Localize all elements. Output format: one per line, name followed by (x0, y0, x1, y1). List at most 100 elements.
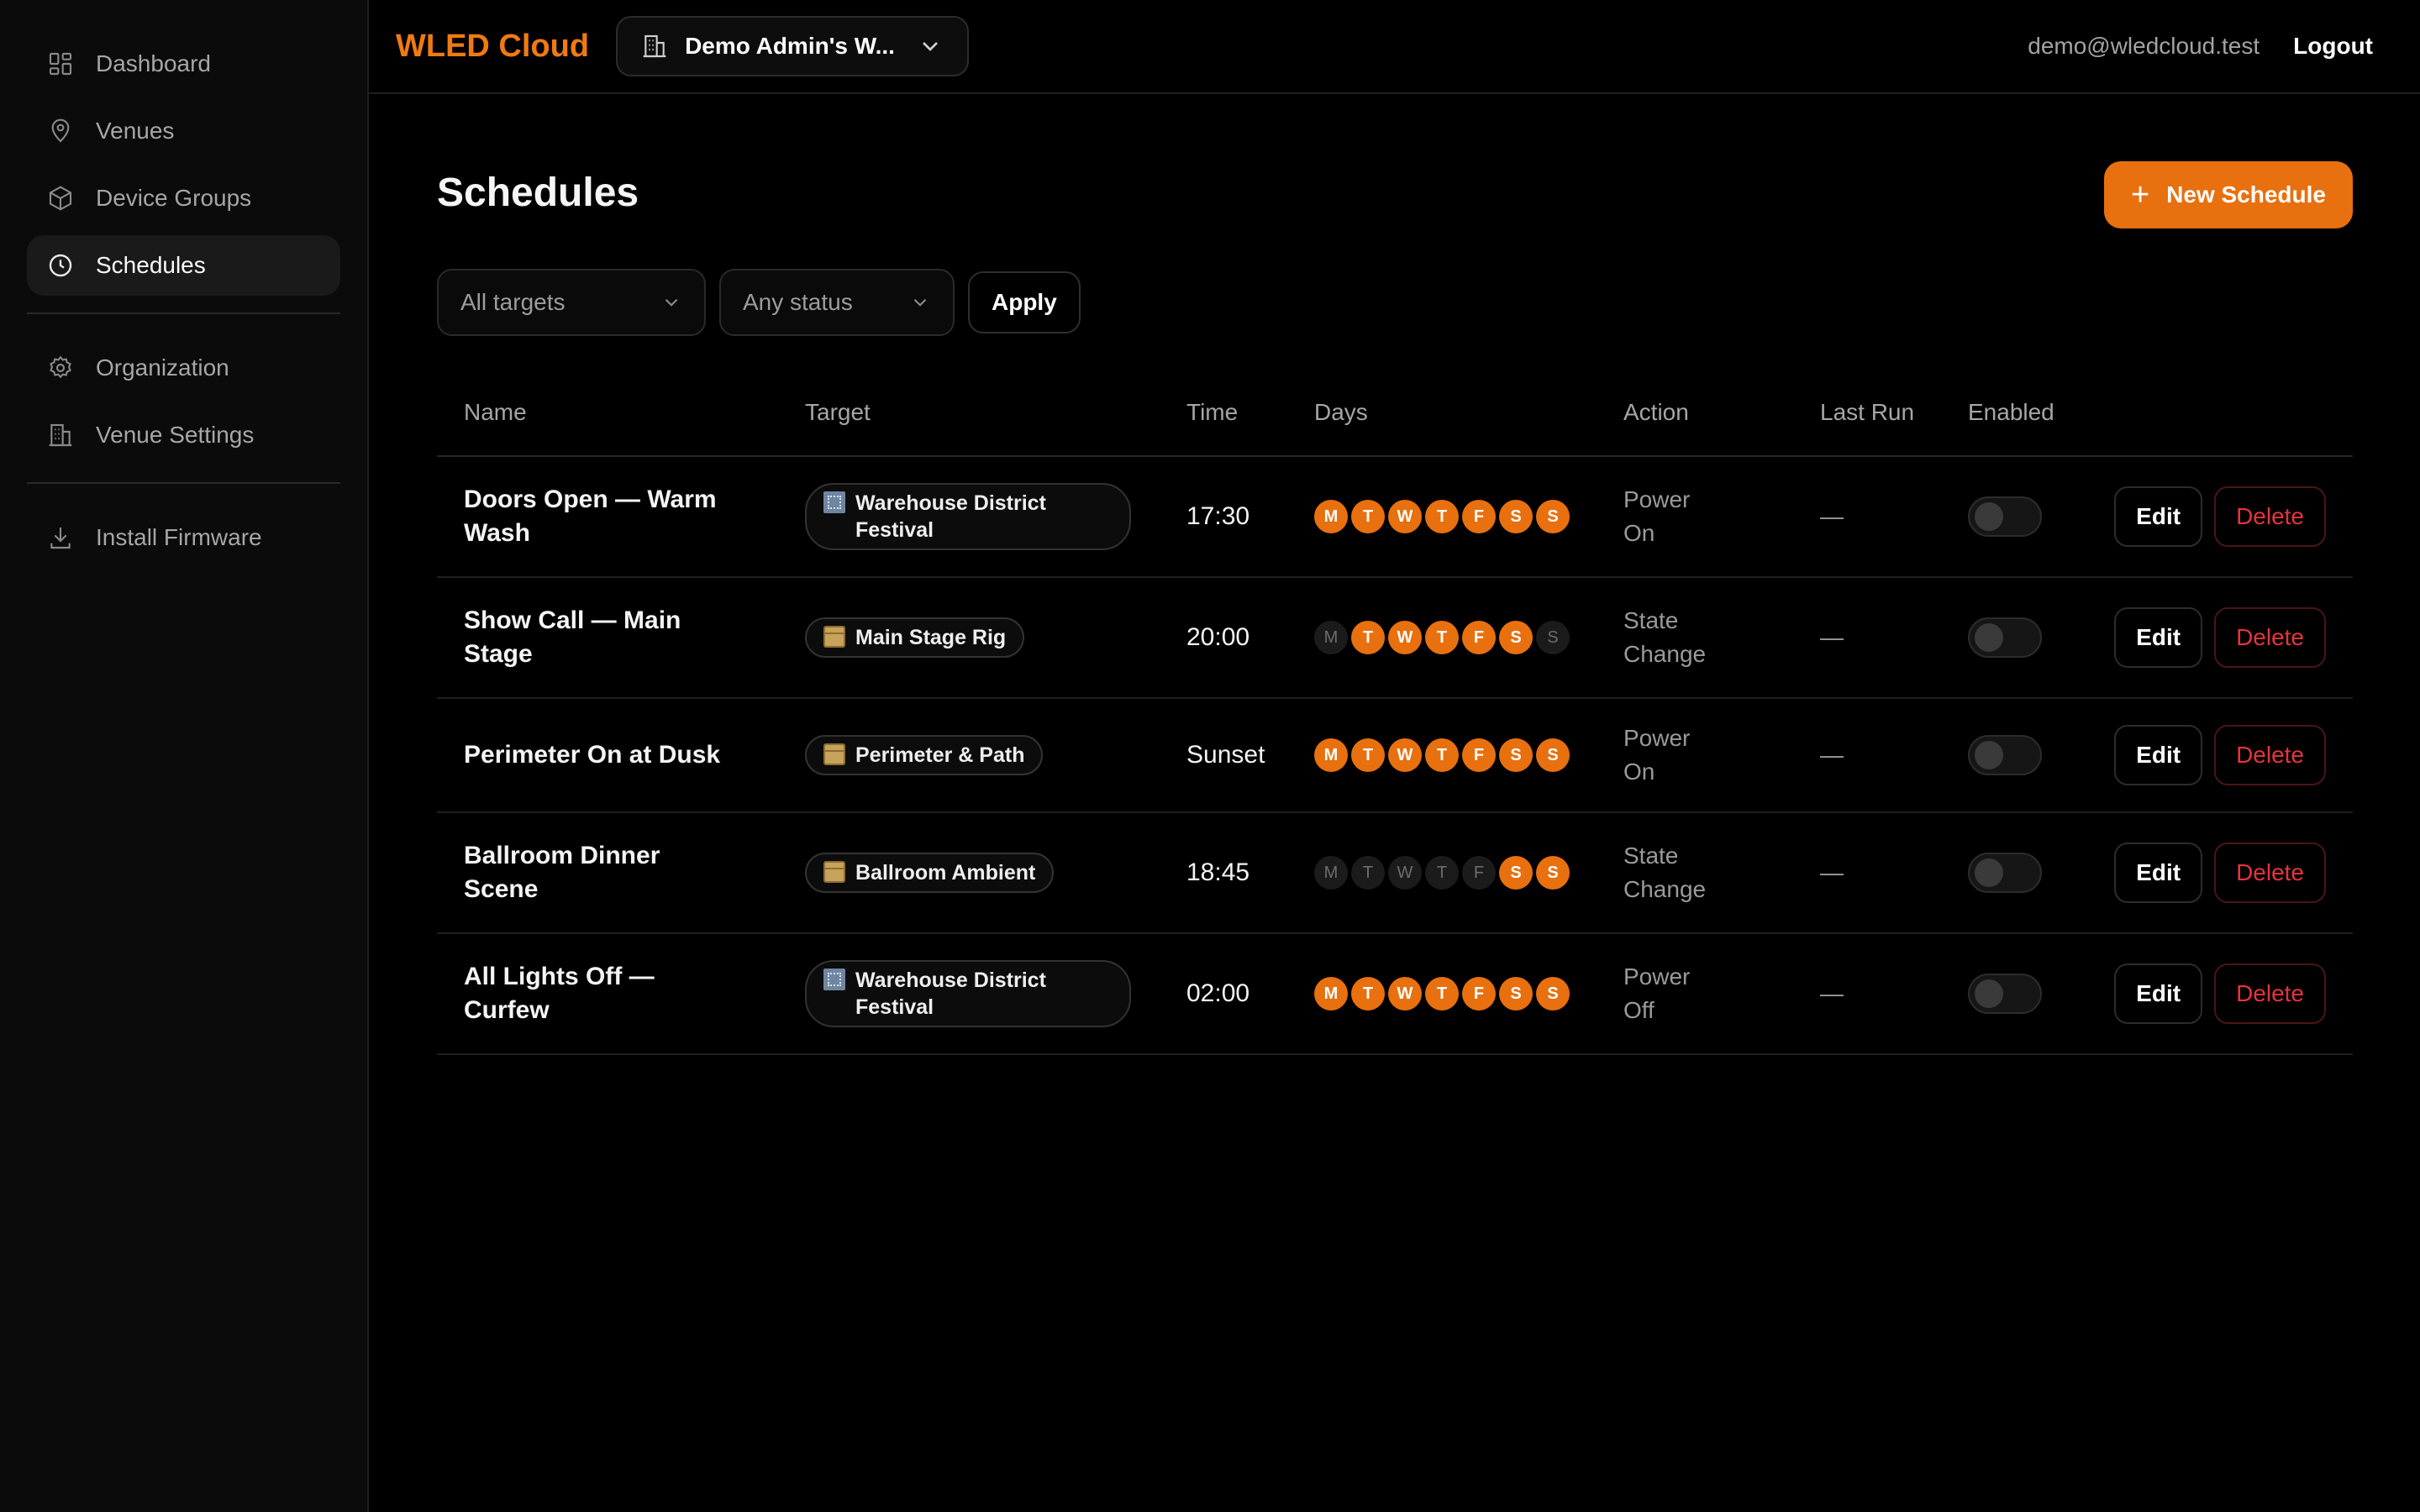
day-indicator: T (1425, 977, 1459, 1011)
org-switcher[interactable]: Demo Admin's W... (616, 16, 969, 76)
day-indicator: T (1425, 856, 1459, 890)
edit-button[interactable]: Edit (2114, 843, 2203, 903)
chevron-down-icon (913, 298, 927, 307)
building-icon (823, 969, 845, 990)
last-run: — (1820, 980, 1844, 1006)
apply-button[interactable]: Apply (968, 271, 1081, 333)
day-indicator: F (1462, 977, 1496, 1011)
schedule-name: Ballroom Dinner Scene (464, 842, 660, 903)
day-indicator: W (1388, 500, 1422, 533)
last-run: — (1820, 742, 1844, 768)
target-chip[interactable]: Warehouse District Festival (805, 960, 1131, 1027)
day-indicator: W (1388, 856, 1422, 890)
enabled-toggle[interactable] (1968, 496, 2042, 537)
enabled-toggle[interactable] (1968, 853, 2042, 893)
last-run: — (1820, 859, 1844, 885)
day-indicator: T (1351, 856, 1385, 890)
target-label: Ballroom Ambient (855, 861, 1036, 885)
table-row: Show Call — Main Stage Main Stage Rig 20:0… (437, 578, 2353, 699)
sidebar-item-venues[interactable]: Venues (27, 101, 340, 161)
day-indicator: F (1462, 856, 1496, 890)
new-schedule-button[interactable]: + New Schedule (2103, 161, 2353, 228)
day-indicator: T (1351, 500, 1385, 533)
target-chip[interactable]: Main Stage Rig (805, 617, 1025, 658)
sidebar-item-device-groups[interactable]: Device Groups (27, 168, 340, 228)
sidebar-item-label: Venue Settings (96, 422, 255, 448)
table-row: Perimeter On at Dusk Perimeter & Path Suns… (437, 699, 2353, 813)
enabled-toggle[interactable] (1968, 617, 2042, 658)
chevron-down-icon (922, 42, 938, 51)
new-schedule-label: New Schedule (2166, 181, 2326, 207)
column-header-enabled: Enabled (1968, 399, 2054, 425)
schedule-action: Power On (1623, 486, 1691, 546)
status-select[interactable]: Any status (719, 269, 955, 336)
edit-button[interactable]: Edit (2114, 963, 2203, 1024)
day-indicator: T (1425, 500, 1459, 533)
day-indicator: M (1314, 500, 1348, 533)
sidebar-item-label: Dashboard (96, 50, 211, 76)
schedule-time: 17:30 (1186, 502, 1250, 530)
day-indicator: M (1314, 856, 1348, 890)
download-icon (50, 528, 71, 549)
package-icon (823, 626, 845, 648)
delete-button[interactable]: Delete (2214, 725, 2326, 785)
sidebar-item-dashboard[interactable]: Dashboard (27, 34, 340, 94)
map-pin-icon (51, 118, 70, 143)
edit-button[interactable]: Edit (2114, 607, 2203, 668)
day-indicator: W (1388, 977, 1422, 1011)
target-label: Warehouse District Festival (855, 491, 1046, 542)
column-header-name: Name (464, 399, 527, 425)
package-icon (823, 861, 845, 883)
clock-icon (49, 254, 72, 277)
schedule-action: Power On (1623, 725, 1691, 785)
sidebar: Dashboard Venues Device Groups Schedules… (0, 0, 369, 1512)
delete-button[interactable]: Delete (2214, 486, 2326, 547)
table-row: All Lights Off — Curfew Warehouse Distric… (437, 934, 2353, 1055)
targets-select[interactable]: All targets (437, 269, 706, 336)
delete-button[interactable]: Delete (2214, 607, 2326, 668)
days-indicator: MTWTFSS (1314, 738, 1623, 772)
sidebar-item-install-firmware[interactable]: Install Firmware (27, 507, 340, 568)
edit-button[interactable]: Edit (2114, 486, 2203, 547)
days-indicator: MTWTFSS (1314, 621, 1623, 654)
table-header: Name Target Time Days Action Last Run En… (437, 370, 2353, 457)
sidebar-item-schedules[interactable]: Schedules (27, 235, 340, 296)
schedule-name: All Lights Off — Curfew (464, 963, 655, 1024)
target-chip[interactable]: Perimeter & Path (805, 735, 1044, 775)
user-email: demo@wledcloud.test (2028, 33, 2260, 59)
column-header-last-run: Last Run (1820, 399, 1915, 425)
sidebar-item-venue-settings[interactable]: Venue Settings (27, 405, 340, 465)
delete-button[interactable]: Delete (2214, 963, 2326, 1024)
nav-divider (27, 312, 340, 314)
targets-select-value: All targets (460, 289, 566, 315)
user-area: demo@wledcloud.test Logout (2028, 33, 2393, 60)
enabled-toggle[interactable] (1968, 735, 2042, 775)
last-run: — (1820, 503, 1844, 529)
column-header-target: Target (805, 399, 871, 425)
sidebar-item-organization[interactable]: Organization (27, 338, 340, 398)
building-icon (49, 423, 72, 447)
nav-divider (27, 482, 340, 484)
logout-button[interactable]: Logout (2293, 33, 2373, 60)
chevron-down-icon (665, 298, 678, 307)
target-chip[interactable]: Warehouse District Festival (805, 483, 1131, 550)
box-icon (49, 186, 72, 211)
delete-button[interactable]: Delete (2214, 843, 2326, 903)
day-indicator: S (1499, 621, 1533, 654)
topbar: WLED Cloud Demo Admin's W... demo@wledcl… (369, 0, 2420, 94)
schedule-name: Perimeter On at Dusk (464, 741, 721, 769)
brand-logo[interactable]: WLED Cloud (396, 29, 589, 65)
target-chip[interactable]: Ballroom Ambient (805, 853, 1055, 893)
building-icon (643, 34, 666, 58)
table-body: Doors Open — Warm Wash Warehouse District… (437, 457, 2353, 1055)
schedules-table: Name Target Time Days Action Last Run En… (437, 370, 2353, 1055)
package-icon (823, 743, 845, 765)
building-icon (823, 491, 845, 513)
day-indicator: S (1536, 977, 1570, 1011)
day-indicator: F (1462, 738, 1496, 772)
enabled-toggle[interactable] (1968, 974, 2042, 1014)
page-header: Schedules + New Schedule All targets Any… (437, 94, 2353, 336)
edit-button[interactable]: Edit (2114, 725, 2203, 785)
filter-bar: All targets Any status Apply (437, 269, 1081, 336)
table-row: Ballroom Dinner Scene Ballroom Ambient 18:… (437, 813, 2353, 934)
